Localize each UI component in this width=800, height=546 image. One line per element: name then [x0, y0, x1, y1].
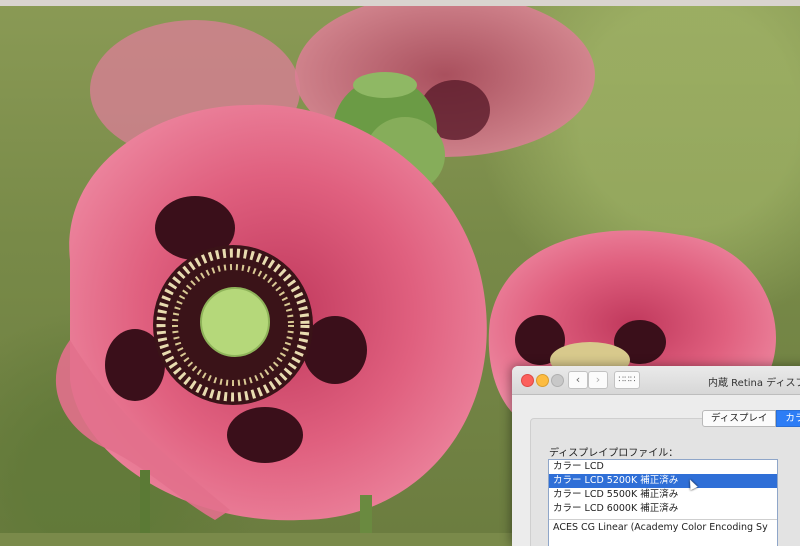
- list-item[interactable]: カラー LCD: [549, 460, 777, 474]
- titlebar: ‹ › ∷∷∷ 内蔵 Retina ディスプレ: [512, 366, 800, 395]
- list-item[interactable]: カラー LCD 5200K 補正済み: [549, 474, 777, 488]
- list-item[interactable]: カラー LCD 6000K 補正済み: [549, 502, 777, 516]
- display-profile-label: ディスプレイプロファイル：: [549, 448, 679, 459]
- minimize-button[interactable]: [536, 374, 549, 387]
- tab-color[interactable]: カラ: [776, 410, 800, 427]
- list-divider: [549, 519, 777, 520]
- tab-display[interactable]: ディスプレイ: [702, 410, 777, 427]
- forward-button[interactable]: ›: [588, 371, 608, 389]
- close-button[interactable]: [521, 374, 534, 387]
- show-all-grid-icon[interactable]: ∷∷∷: [614, 371, 640, 389]
- zoom-button[interactable]: [551, 374, 564, 387]
- back-button[interactable]: ‹: [568, 371, 588, 389]
- top-edge: [0, 0, 800, 6]
- window-title: 内蔵 Retina ディスプレ: [708, 378, 800, 389]
- list-item[interactable]: カラー LCD 5500K 補正済み: [549, 488, 777, 502]
- display-preferences-window: ‹ › ∷∷∷ 内蔵 Retina ディスプレ ディスプレイ カラ ディスプレイ…: [512, 366, 800, 546]
- tab-bar: ディスプレイ カラ: [702, 410, 800, 427]
